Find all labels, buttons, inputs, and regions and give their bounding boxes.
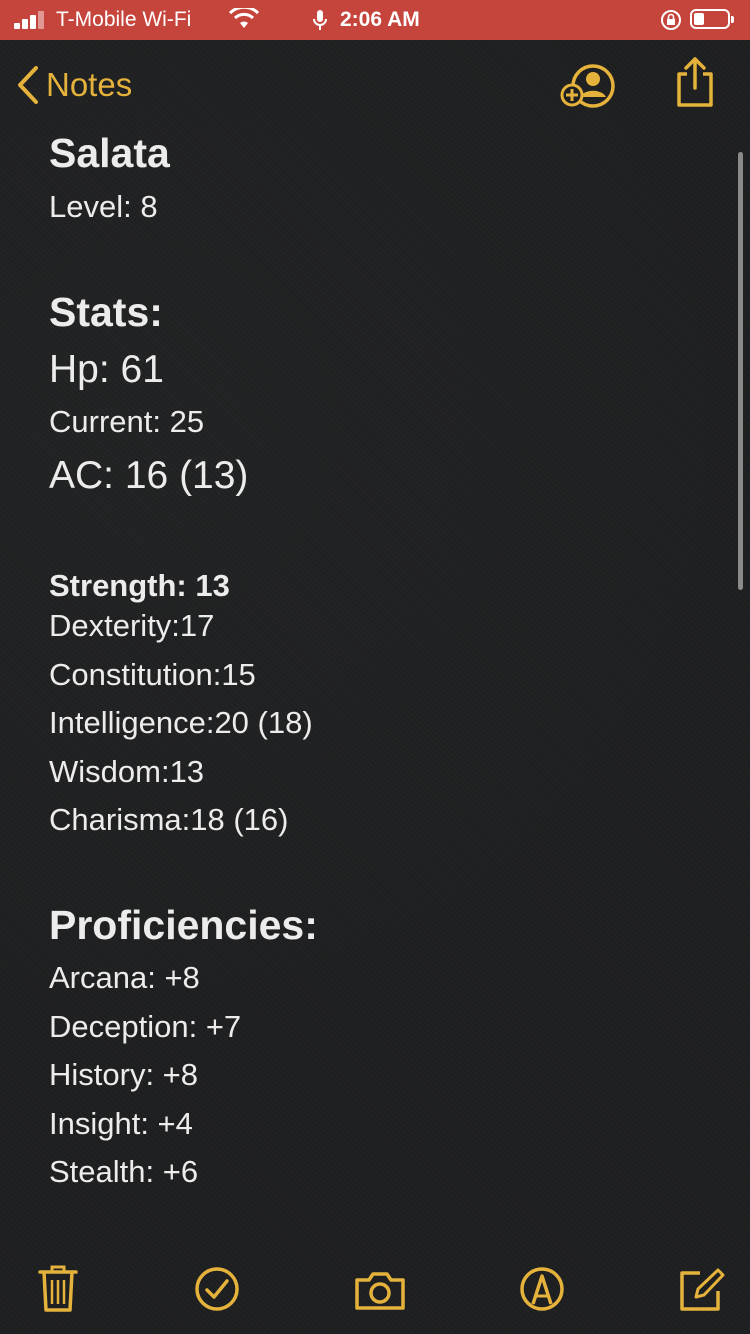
back-chevron-icon bbox=[18, 66, 38, 104]
wifi-icon bbox=[229, 8, 259, 28]
ability-intelligence: Intelligence:20 (18) bbox=[49, 705, 313, 740]
proficiency-stealth: Stealth: +6 bbox=[49, 1154, 199, 1189]
trash-icon[interactable] bbox=[38, 1264, 78, 1314]
microphone-icon bbox=[313, 10, 327, 30]
scrollbar[interactable] bbox=[738, 152, 743, 590]
proficiency-insight: Insight: +4 bbox=[49, 1106, 193, 1141]
ability-dexterity: Dexterity:17 bbox=[49, 608, 215, 643]
signal-icon bbox=[14, 11, 48, 29]
checklist-icon[interactable] bbox=[194, 1266, 240, 1312]
ac-text: AC: 16 (13) bbox=[49, 454, 249, 497]
proficiencies-heading: Proficiencies: bbox=[49, 902, 318, 948]
hp-text: Hp: 61 bbox=[49, 348, 164, 391]
rotation-lock-icon bbox=[661, 10, 681, 30]
battery-icon bbox=[690, 9, 734, 29]
share-icon[interactable] bbox=[674, 56, 716, 108]
status-time: 2:06 AM bbox=[340, 8, 420, 31]
back-label: Notes bbox=[46, 66, 133, 103]
current-hp-text: Current: 25 bbox=[49, 404, 205, 439]
level-text: Level: 8 bbox=[49, 189, 158, 224]
carrier-label: T-Mobile Wi-Fi bbox=[56, 8, 192, 31]
ability-wisdom: Wisdom:13 bbox=[49, 754, 205, 789]
status-bar: T-Mobile Wi-Fi 2:06 AM bbox=[0, 0, 750, 40]
add-person-icon[interactable] bbox=[560, 63, 618, 109]
ability-constitution: Constitution:15 bbox=[49, 657, 256, 692]
ability-charisma: Charisma:18 (16) bbox=[49, 802, 289, 837]
stats-heading: Stats: bbox=[49, 289, 163, 335]
note-title: Salata bbox=[49, 130, 170, 176]
proficiency-history: History: +8 bbox=[49, 1057, 199, 1092]
proficiency-deception: Deception: +7 bbox=[49, 1009, 242, 1044]
ability-strength: Strength: 13 bbox=[49, 568, 230, 603]
compose-icon[interactable] bbox=[678, 1267, 726, 1313]
back-button[interactable]: Notes bbox=[16, 60, 132, 110]
camera-icon[interactable] bbox=[353, 1270, 407, 1312]
markup-icon[interactable] bbox=[519, 1266, 565, 1312]
proficiency-arcana: Arcana: +8 bbox=[49, 960, 200, 995]
